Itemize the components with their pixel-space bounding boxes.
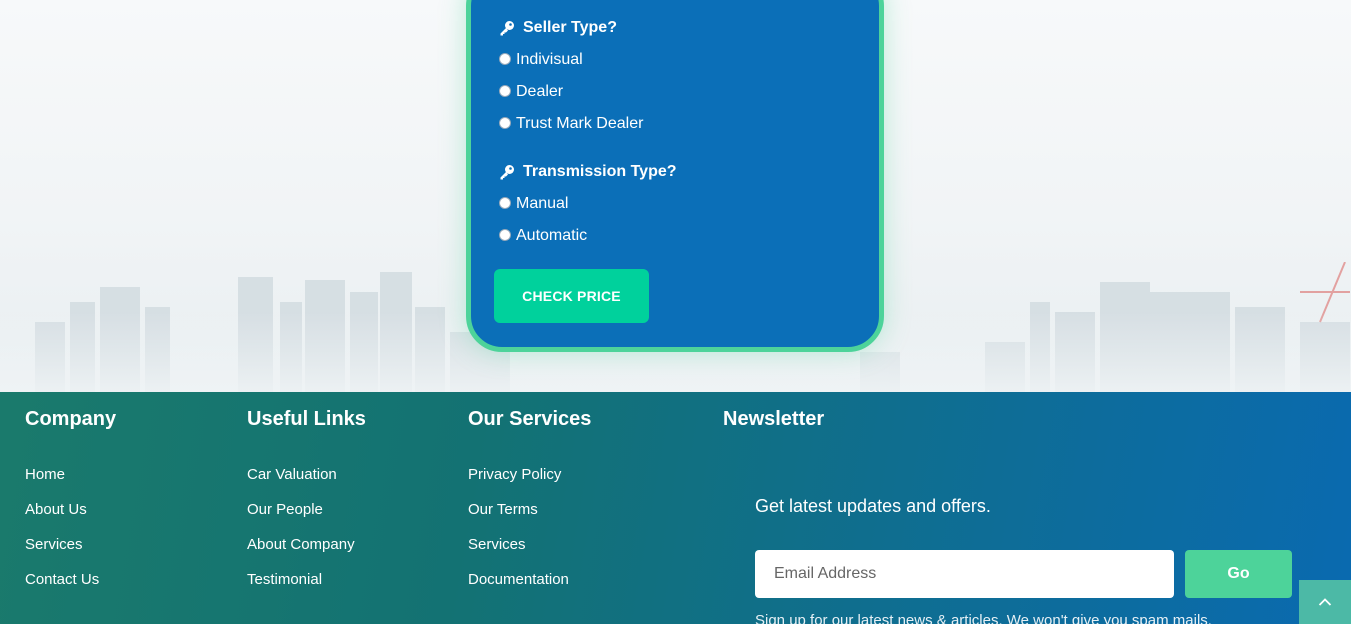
our-services-heading: Our Services [468, 408, 592, 430]
transmission-type-label: Transmission Type? [523, 163, 677, 180]
radio-button[interactable] [499, 84, 511, 97]
radio-button[interactable] [499, 196, 511, 209]
seller-option-dealer[interactable]: Dealer [499, 83, 563, 101]
option-label: Dealer [516, 83, 564, 100]
footer-link-services-2[interactable]: Services [468, 536, 526, 553]
radio-button[interactable] [499, 52, 511, 65]
seller-option-trust-mark-dealer[interactable]: Trust Mark Dealer [499, 115, 643, 133]
transmission-option-automatic[interactable]: Automatic [499, 227, 587, 245]
scroll-to-top-button[interactable] [1299, 580, 1351, 624]
seller-type-label: Seller Type? [523, 19, 617, 36]
useful-links-heading: Useful Links [247, 408, 366, 430]
footer-link-documentation[interactable]: Documentation [468, 571, 569, 588]
site-footer: Company Home About Us Services Contact U… [0, 392, 1351, 624]
footer-link-contact-us[interactable]: Contact Us [25, 571, 99, 588]
chevron-up-icon [1318, 598, 1332, 606]
radio-button[interactable] [499, 228, 511, 241]
option-label: Indivisual [516, 51, 583, 68]
company-heading: Company [25, 408, 117, 430]
key-icon [500, 21, 514, 36]
footer-link-services[interactable]: Services [25, 536, 83, 553]
footer-link-testimonial[interactable]: Testimonial [247, 571, 322, 588]
newsletter-subtitle: Get latest updates and offers. [755, 496, 991, 516]
seller-type-heading: Seller Type? [499, 19, 617, 37]
footer-link-our-people[interactable]: Our People [247, 501, 323, 518]
newsletter-disclaimer: Sign up for our latest news & articles. … [755, 612, 1212, 624]
seller-option-individual[interactable]: Indivisual [499, 51, 583, 69]
check-price-button[interactable]: CHECK PRICE [494, 269, 649, 323]
hero-section: Seller Type? Indivisual Dealer Trust Mar… [0, 0, 1351, 392]
footer-link-home[interactable]: Home [25, 466, 65, 483]
footer-link-car-valuation[interactable]: Car Valuation [247, 466, 337, 483]
transmission-type-heading: Transmission Type? [499, 163, 677, 181]
transmission-option-manual[interactable]: Manual [499, 195, 568, 213]
go-button[interactable]: Go [1185, 550, 1292, 598]
radio-button[interactable] [499, 116, 511, 129]
footer-link-about-us[interactable]: About Us [25, 501, 87, 518]
footer-link-privacy-policy[interactable]: Privacy Policy [468, 466, 561, 483]
footer-link-our-terms[interactable]: Our Terms [468, 501, 538, 518]
option-label: Trust Mark Dealer [516, 115, 644, 132]
footer-link-about-company[interactable]: About Company [247, 536, 355, 553]
valuation-form-card: Seller Type? Indivisual Dealer Trust Mar… [466, 0, 884, 352]
key-icon [500, 165, 514, 180]
option-label: Automatic [516, 227, 588, 244]
newsletter-heading: Newsletter [723, 408, 825, 430]
email-input[interactable] [755, 550, 1174, 598]
option-label: Manual [516, 195, 569, 212]
